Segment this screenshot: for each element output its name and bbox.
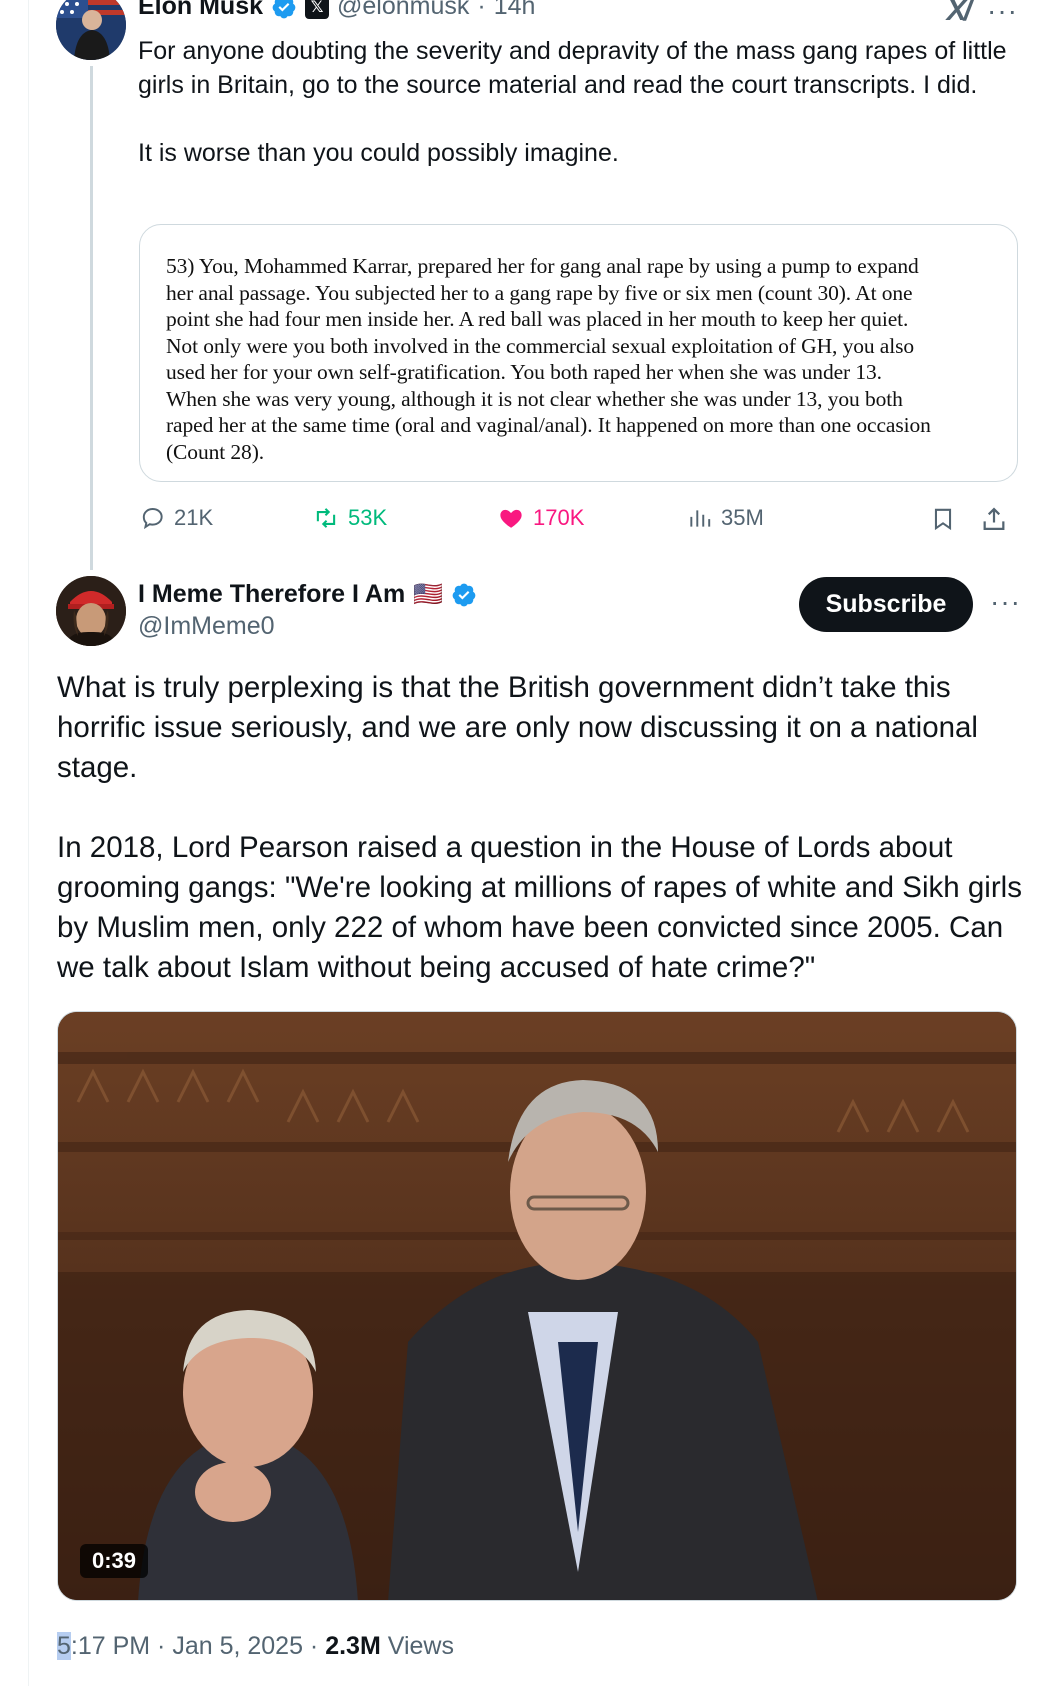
thread-connector-line: [90, 66, 93, 570]
views-button[interactable]: 35M: [687, 505, 764, 531]
view-count: 35M: [721, 505, 764, 530]
parent-post-header: Elon Musk 𝕏 @elonmusk · 14h: [138, 0, 535, 21]
analytics-icon: [690, 510, 711, 527]
parent-post-action-bar: 21K 53K 170K 35M: [140, 505, 1020, 539]
grok-icon[interactable]: X/: [947, 0, 972, 28]
reply-icon: [142, 508, 163, 530]
share-icon: [983, 507, 1005, 531]
parent-post-top-actions: X/ ···: [947, 0, 1018, 28]
more-options-icon[interactable]: ···: [987, 0, 1018, 25]
elon-musk-avatar[interactable]: [56, 0, 126, 60]
court-transcript-image[interactable]: 53) You, Mohammed Karrar, prepared her f…: [139, 224, 1018, 482]
timeline-left-border: [28, 0, 29, 1686]
views-label: Views: [380, 1632, 454, 1660]
author-avatar[interactable]: [56, 576, 126, 646]
post-paragraph: In 2018, Lord Pearson raised a question …: [57, 831, 1022, 984]
like-count: 170K: [533, 505, 585, 530]
post-text-line: For anyone doubting the severity and dep…: [138, 37, 1007, 99]
author-name[interactable]: I Meme Therefore I Am: [138, 580, 405, 609]
author-name[interactable]: Elon Musk: [138, 0, 263, 21]
video-player[interactable]: 0:39: [57, 1011, 1017, 1601]
repost-icon: [316, 508, 336, 528]
views-count: 2.3M: [325, 1632, 381, 1660]
like-button[interactable]: 170K: [497, 505, 584, 531]
author-handle[interactable]: @elonmusk: [337, 0, 469, 21]
heart-icon: [500, 509, 522, 528]
author-handle[interactable]: @ImMeme0: [138, 612, 275, 641]
subscribe-button[interactable]: Subscribe: [799, 577, 973, 632]
parent-post-text: For anyone doubting the severity and dep…: [138, 34, 1018, 170]
bookmark-icon: [934, 508, 952, 531]
post-text-line: It is worse than you could possibly imag…: [138, 139, 619, 167]
share-button[interactable]: [980, 505, 1008, 533]
verified-badge-icon: [452, 583, 476, 606]
post-paragraph: What is truly perplexing is that the Bri…: [57, 671, 978, 784]
bookmark-button[interactable]: [930, 505, 956, 533]
us-flag-icon: 🇺🇸: [413, 581, 444, 608]
reply-button[interactable]: 21K: [140, 505, 213, 531]
post-timestamp[interactable]: :17 PM · Jan 5, 2025 ·: [71, 1632, 325, 1660]
x-logo-icon: 𝕏: [305, 0, 330, 19]
repost-button[interactable]: 53K: [312, 505, 387, 531]
post-time[interactable]: 14h: [494, 0, 536, 21]
video-frame-image: [58, 1012, 1016, 1600]
post-body: What is truly perplexing is that the Bri…: [57, 668, 1027, 988]
reply-count: 21K: [174, 505, 214, 530]
post-metadata: 5:17 PM · Jan 5, 2025 · 2.3M Views: [57, 1632, 454, 1661]
repost-count: 53K: [348, 505, 388, 530]
post-header: I Meme Therefore I Am 🇺🇸: [138, 580, 477, 609]
timestamp-selected-char: 5: [57, 1632, 71, 1660]
separator-dot: ·: [477, 0, 486, 20]
transcript-excerpt: 53) You, Mohammed Karrar, prepared her f…: [166, 254, 931, 464]
video-duration: 0:39: [80, 1544, 149, 1578]
more-options-icon[interactable]: ···: [990, 588, 1021, 616]
verified-badge-icon: [272, 0, 296, 18]
